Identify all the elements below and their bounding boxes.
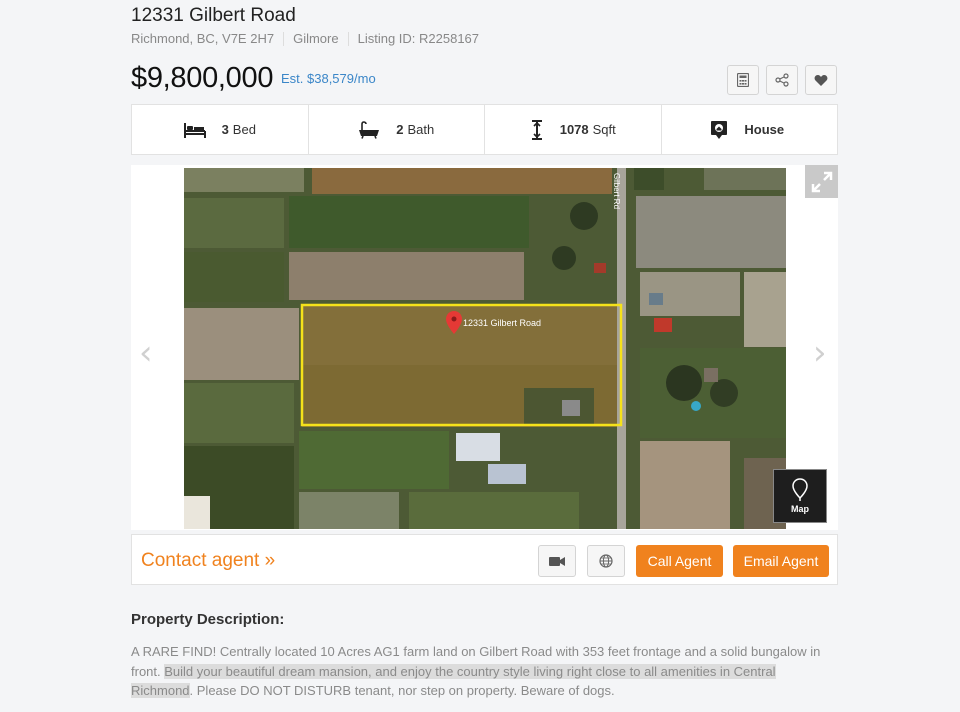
size-icon xyxy=(530,119,544,140)
map-pin-label: 12331 Gilbert Road xyxy=(463,318,541,328)
size-unit: Sqft xyxy=(592,122,616,137)
feature-size: 1078 Sqft xyxy=(485,105,662,154)
map-view-button[interactable]: Map xyxy=(773,469,827,523)
property-type: House xyxy=(744,122,785,137)
bed-icon xyxy=(183,121,206,139)
calculator-button[interactable] xyxy=(727,65,759,95)
expand-icon xyxy=(811,171,832,192)
description-text: A RARE FIND! Centrally located 10 Acres … xyxy=(131,642,841,701)
listing-city: Richmond, BC, V7E 2H7 xyxy=(131,31,275,46)
features-bar: 3 Bed 2 Bath 1078 Sqft House xyxy=(131,104,838,155)
bathtub-icon xyxy=(358,120,380,139)
aerial-photo[interactable]: Gilbert Rd 12331 Gilbert Road xyxy=(184,168,786,529)
listing-price: $9,800,000 xyxy=(131,62,274,94)
house-pin-icon xyxy=(710,120,728,140)
listing-page: 12331 Gilbert Road Richmond, BC, V7E 2H7… xyxy=(0,0,960,712)
virtual-tour-button[interactable] xyxy=(587,545,625,577)
aerial-map-image: Gilbert Rd 12331 Gilbert Road xyxy=(184,168,786,529)
feature-bath: 2 Bath xyxy=(309,105,485,154)
feature-type: House xyxy=(662,105,838,154)
share-icon xyxy=(775,73,789,87)
feature-bed: 3 Bed xyxy=(132,105,309,154)
road-label: Gilbert Rd xyxy=(612,173,621,209)
video-camera-icon xyxy=(549,556,565,566)
contact-bar: Contact agent » Call Agent Email Agent xyxy=(131,534,838,585)
map-button-label: Map xyxy=(791,504,809,514)
listing-id: Listing ID: R2258167 xyxy=(357,31,480,46)
favorite-button[interactable] xyxy=(805,65,837,95)
listing-subline: Richmond, BC, V7E 2H7 Gilmore Listing ID… xyxy=(131,31,479,46)
call-agent-button[interactable]: Call Agent xyxy=(636,545,723,577)
fullscreen-button[interactable] xyxy=(805,165,838,198)
divider xyxy=(283,31,285,46)
divider xyxy=(347,31,349,46)
size-value: 1078 xyxy=(559,122,589,137)
listing-area: Gilmore xyxy=(293,31,339,46)
bath-label: Bath xyxy=(407,122,435,137)
video-tour-button[interactable] xyxy=(538,545,576,577)
mortgage-estimate-link[interactable]: Est. $38,579/mo xyxy=(281,71,376,86)
share-button[interactable] xyxy=(766,65,798,95)
photo-gallery: ‹ › Gilbert Rd 12331 Gilbert Road Map xyxy=(131,165,838,530)
bed-count: 3 xyxy=(221,122,229,137)
description-part2: . Please DO NOT DISTURB tenant, nor step… xyxy=(189,683,615,698)
bed-label: Bed xyxy=(232,122,256,137)
listing-address: 12331 Gilbert Road xyxy=(131,5,296,26)
description-heading: Property Description: xyxy=(131,611,285,628)
heart-icon xyxy=(814,74,828,86)
email-agent-button[interactable]: Email Agent xyxy=(733,545,829,577)
globe-icon xyxy=(599,554,613,568)
contact-agent-link[interactable]: Contact agent » xyxy=(141,550,275,572)
gallery-next-arrow[interactable]: › xyxy=(813,333,827,373)
map-marker-icon xyxy=(792,478,808,501)
calculator-icon xyxy=(737,73,749,87)
bath-count: 2 xyxy=(396,122,404,137)
gallery-prev-arrow[interactable]: ‹ xyxy=(139,333,153,373)
